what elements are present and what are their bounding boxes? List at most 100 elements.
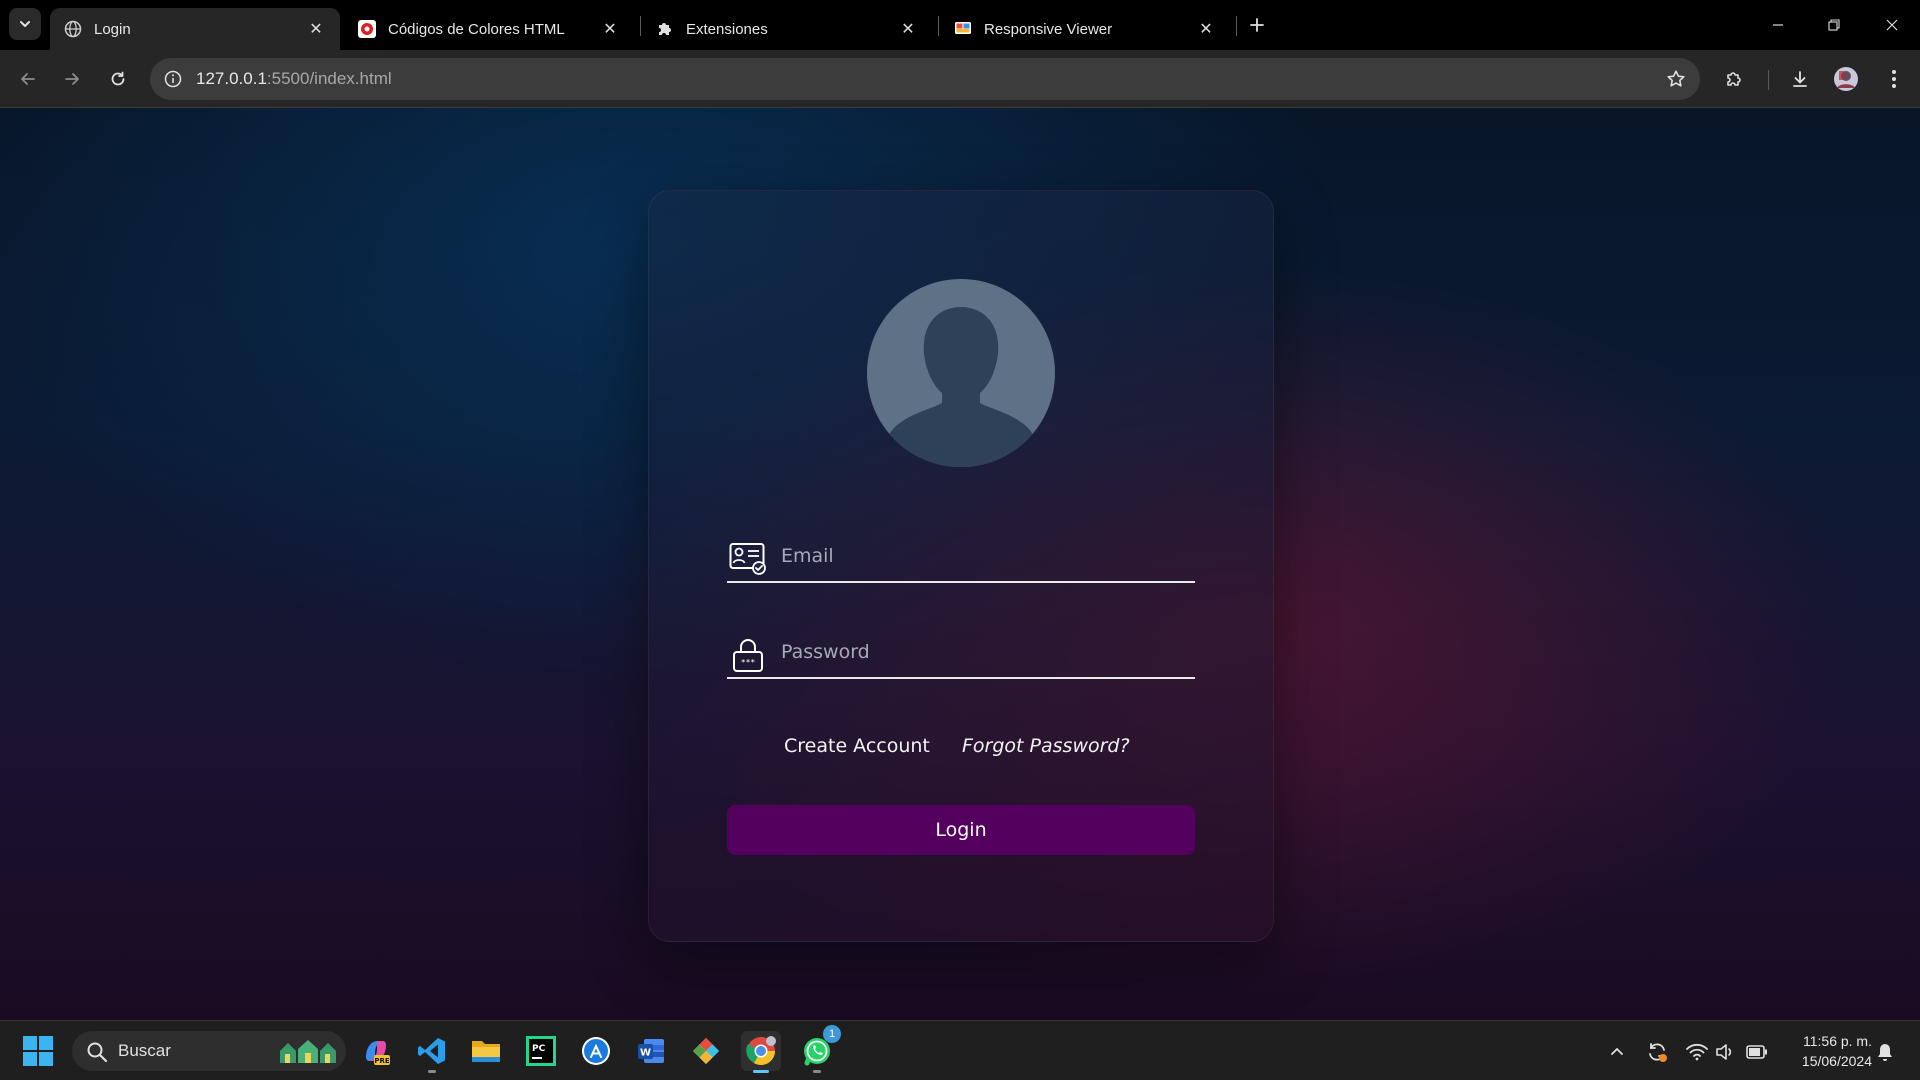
- bell-icon: [1878, 1044, 1892, 1061]
- taskbar-vscode[interactable]: [412, 1031, 452, 1073]
- taskbar-file-explorer[interactable]: [466, 1031, 506, 1071]
- tab-title: Códigos de Colores HTML: [388, 20, 565, 38]
- profile-avatar-icon: [1834, 67, 1858, 91]
- profile-avatar-button[interactable]: [1828, 61, 1864, 97]
- back-button[interactable]: [10, 61, 46, 97]
- forgot-password-link[interactable]: Forgot Password?: [962, 735, 1130, 757]
- more-vertical-icon: [1892, 70, 1896, 88]
- bookmark-star-icon[interactable]: [1664, 67, 1688, 91]
- chevron-down-icon: [20, 21, 30, 27]
- extensions-button[interactable]: [1716, 61, 1752, 97]
- toolbar-separator: [1768, 70, 1769, 90]
- windows-logo-icon: [23, 1036, 53, 1066]
- reload-button[interactable]: [100, 61, 136, 97]
- reload-icon: [111, 71, 125, 86]
- email-field: [727, 535, 1195, 583]
- menu-button[interactable]: [1876, 61, 1912, 97]
- tab-close-icon[interactable]: ✕: [306, 19, 326, 39]
- taskbar-whatsapp[interactable]: 1: [797, 1025, 841, 1073]
- tab-extensions[interactable]: Extensiones ✕: [642, 8, 932, 50]
- login-card: *** Create Account Forgot Password? Logi…: [648, 190, 1274, 942]
- clock-time: 11:56 p. m.: [1802, 1033, 1872, 1049]
- tab-close-icon[interactable]: ✕: [898, 19, 918, 39]
- search-icon: [87, 1042, 108, 1063]
- lock-icon: ***: [729, 637, 767, 673]
- password-input[interactable]: [781, 635, 1181, 669]
- taskbar-copilot[interactable]: PRE: [356, 1031, 396, 1071]
- user-silhouette-icon: [881, 307, 1041, 467]
- tab-title: Extensiones: [686, 20, 768, 38]
- taskbar-pycharm[interactable]: PC: [521, 1031, 561, 1071]
- page-viewport: *** Create Account Forgot Password? Logi…: [0, 108, 1920, 1020]
- tab-color-codes[interactable]: Códigos de Colores HTML ✕: [344, 8, 634, 50]
- download-icon: [1793, 71, 1807, 87]
- user-avatar: [867, 279, 1055, 467]
- search-highlight-houses-icon: [280, 1040, 336, 1063]
- color-codes-icon: [358, 20, 376, 38]
- tab-login[interactable]: Login ✕: [50, 8, 340, 50]
- taskbar-search-label: Buscar: [118, 1041, 171, 1060]
- new-tab-button[interactable]: [1244, 12, 1270, 38]
- app-store-icon: [582, 1037, 610, 1065]
- tab-separator: [640, 16, 641, 36]
- site-info-icon[interactable]: [162, 68, 184, 90]
- responsive-viewer-icon: [954, 20, 972, 38]
- folder-icon: [472, 1041, 500, 1062]
- sync-status-button[interactable]: [1644, 1039, 1670, 1065]
- running-indicator: [813, 1070, 821, 1073]
- taskbar-chrome[interactable]: [741, 1031, 781, 1073]
- volume-button[interactable]: [1712, 1039, 1738, 1065]
- close-window-button[interactable]: [1864, 0, 1920, 50]
- arrow-right-icon: [65, 73, 79, 85]
- start-button[interactable]: [22, 1035, 54, 1067]
- pycharm-icon: PC: [526, 1036, 556, 1066]
- tab-close-icon[interactable]: ✕: [600, 19, 620, 39]
- minimize-button[interactable]: [1750, 0, 1806, 50]
- restore-icon: [1828, 19, 1840, 31]
- chrome-icon: [746, 1036, 776, 1065]
- browser-toolbar: 127.0.0.1:5500/index.html: [0, 50, 1920, 108]
- puzzle-icon: [1727, 72, 1741, 86]
- copilot-icon: PRE: [366, 1041, 390, 1065]
- windows-taskbar: Buscar PRE PC W 1 11:56 p. m. 15/06/2024: [0, 1020, 1920, 1080]
- close-icon: [1886, 19, 1898, 31]
- password-field: ***: [727, 631, 1195, 679]
- downloads-button[interactable]: [1782, 61, 1818, 97]
- taskbar-git-tool[interactable]: [686, 1031, 726, 1071]
- chevron-up-icon: [1611, 1048, 1623, 1055]
- taskbar-search-box[interactable]: Buscar: [72, 1031, 346, 1071]
- tab-search-button[interactable]: [9, 8, 41, 40]
- tab-close-icon[interactable]: ✕: [1196, 19, 1216, 39]
- login-button[interactable]: Login: [727, 805, 1195, 855]
- address-bar[interactable]: 127.0.0.1:5500/index.html: [150, 58, 1700, 100]
- puzzle-icon: [656, 20, 674, 38]
- tab-title: Responsive Viewer: [984, 20, 1113, 38]
- sync-icon: [1649, 1043, 1667, 1062]
- svg-text:PC: PC: [532, 1044, 546, 1054]
- taskbar-word[interactable]: W: [631, 1031, 671, 1071]
- show-hidden-icons-button[interactable]: [1604, 1039, 1630, 1065]
- url-host: 127.0.0.1: [196, 69, 267, 88]
- word-icon: W: [638, 1039, 664, 1063]
- tab-separator: [938, 16, 939, 36]
- create-account-link[interactable]: Create Account: [784, 735, 930, 757]
- restore-button[interactable]: [1806, 0, 1862, 50]
- plus-icon: [1250, 18, 1264, 32]
- email-input[interactable]: [781, 539, 1181, 573]
- clock-date: 15/06/2024: [1801, 1053, 1872, 1069]
- tab-responsive-viewer[interactable]: Responsive Viewer ✕: [940, 8, 1230, 50]
- forward-button[interactable]: [54, 61, 90, 97]
- url-text: 127.0.0.1:5500/index.html: [196, 69, 392, 89]
- running-indicator: [428, 1070, 436, 1073]
- wifi-button[interactable]: [1684, 1039, 1710, 1065]
- taskbar-clock[interactable]: 11:56 p. m. 15/06/2024: [1782, 1031, 1872, 1071]
- svg-text:PRE: PRE: [374, 1057, 390, 1065]
- globe-icon: [64, 20, 82, 38]
- tab-title: Login: [94, 20, 131, 38]
- svg-text:W: W: [640, 1048, 651, 1059]
- taskbar-app-store[interactable]: [576, 1031, 616, 1071]
- git-tool-icon: [693, 1038, 719, 1064]
- notifications-button[interactable]: [1872, 1039, 1898, 1065]
- arrow-left-icon: [21, 73, 35, 85]
- battery-button[interactable]: [1744, 1039, 1770, 1065]
